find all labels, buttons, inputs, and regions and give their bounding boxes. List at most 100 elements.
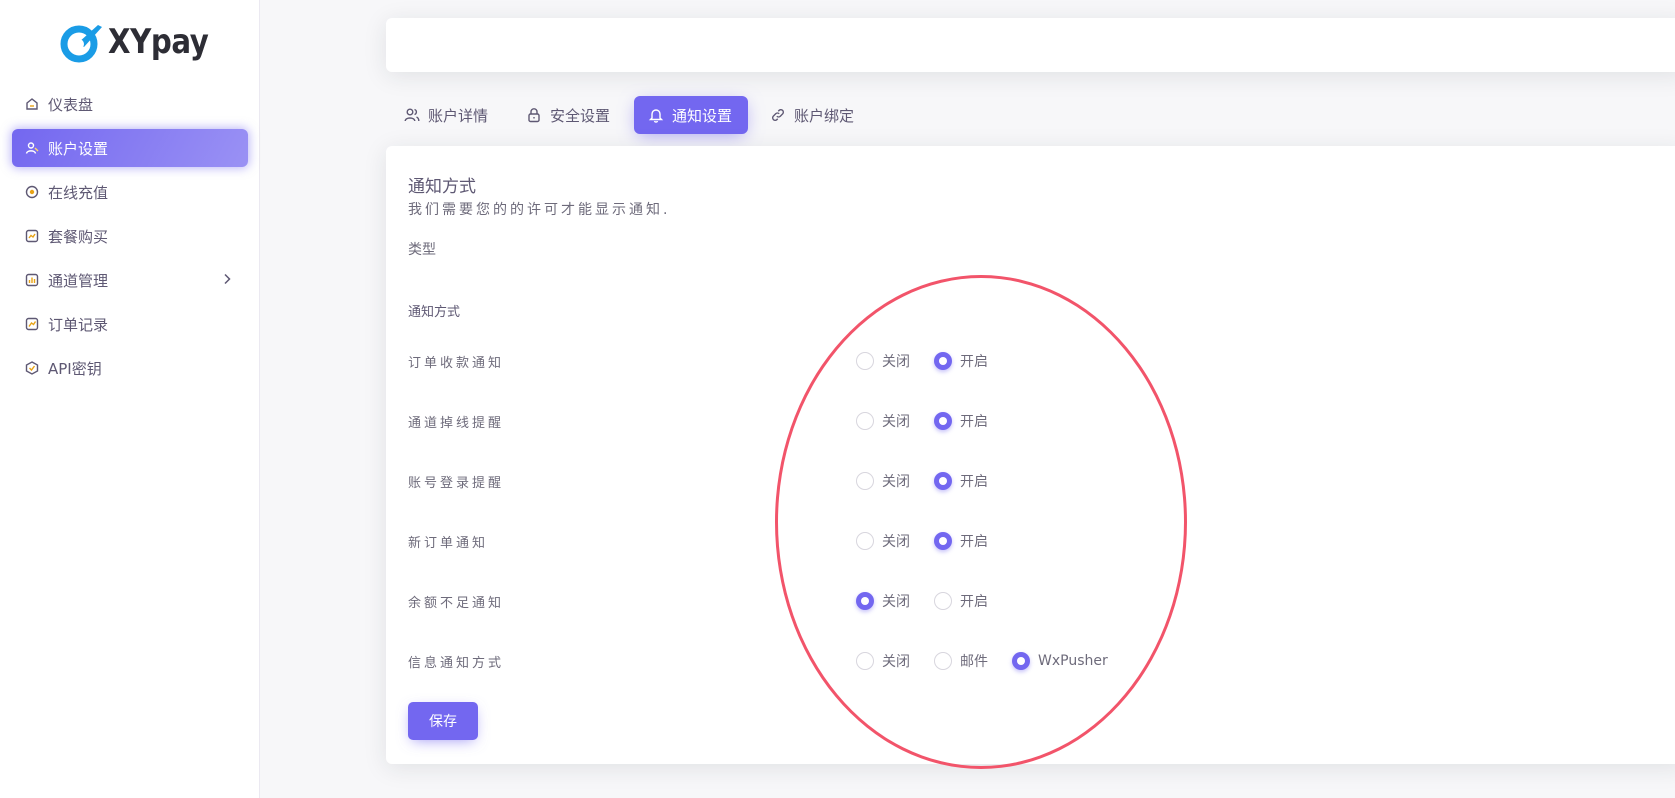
- radio-label: 关闭: [882, 474, 910, 490]
- sidebar-item-online-recharge[interactable]: 在线充值: [12, 173, 248, 211]
- bell-icon: [648, 107, 664, 123]
- trend-chart-icon: [24, 316, 40, 332]
- radio-label: 关闭: [882, 594, 910, 610]
- sidebar-item-channel-management[interactable]: 通道管理: [12, 261, 248, 299]
- tab-label: 账户绑定: [794, 106, 855, 125]
- radio-label: 邮件: [960, 654, 988, 670]
- radio-button[interactable]: [856, 412, 874, 430]
- setting-row-new-order: 新订单通知 关闭 开启: [408, 529, 1308, 553]
- setting-row-message-method: 信息通知方式 关闭 邮件 WxPusher: [408, 649, 1308, 673]
- radio-option-off[interactable]: 关闭: [856, 591, 910, 611]
- bar-chart-icon: [24, 272, 40, 288]
- radio-button[interactable]: [856, 652, 874, 670]
- sidebar-item-account-settings[interactable]: 账户设置: [12, 129, 248, 167]
- link-icon: [770, 107, 786, 123]
- radio-group: 关闭 开启: [856, 469, 1012, 493]
- setting-row-channel-offline: 通道掉线提醒 关闭 开启: [408, 409, 1308, 433]
- radio-button-selected[interactable]: [934, 352, 952, 370]
- radio-option-off[interactable]: 关闭: [856, 471, 910, 491]
- key-badge-icon: [24, 360, 40, 376]
- radio-option-off[interactable]: 关闭: [856, 651, 910, 671]
- radio-label: 关闭: [882, 354, 910, 370]
- tab-account-details[interactable]: 账户详情: [390, 96, 504, 134]
- sidebar: XYpay 仪表盘 账户设置 在线充值 套餐购买 通道管理 订单记录 API密钥: [0, 0, 260, 798]
- chevron-right-icon: [220, 272, 234, 290]
- radio-button-selected[interactable]: [856, 592, 874, 610]
- radio-label: 开启: [960, 594, 988, 610]
- radio-button[interactable]: [934, 652, 952, 670]
- radio-label: 开启: [960, 534, 988, 550]
- sidebar-item-label: 通道管理: [48, 271, 109, 290]
- radio-option-off[interactable]: 关闭: [856, 411, 910, 431]
- tab-label: 账户详情: [428, 106, 489, 125]
- sidebar-item-label: 仪表盘: [48, 95, 94, 114]
- settings-tabs: 账户详情 安全设置 通知设置 账户绑定: [390, 96, 878, 134]
- sidebar-item-package-purchase[interactable]: 套餐购买: [12, 217, 248, 255]
- radio-group: 关闭 开启: [856, 349, 1012, 373]
- setting-label: 新订单通知: [408, 536, 489, 551]
- setting-label: 账号登录提醒: [408, 476, 505, 491]
- tab-notification-settings[interactable]: 通知设置: [634, 96, 749, 134]
- radio-button-selected[interactable]: [934, 412, 952, 430]
- sidebar-item-label: 套餐购买: [48, 227, 109, 246]
- setting-row-low-balance: 余额不足通知 关闭 开启: [408, 589, 1308, 613]
- radio-option-off[interactable]: 关闭: [856, 351, 910, 371]
- tab-label: 通知设置: [672, 106, 733, 125]
- radio-option-on[interactable]: 开启: [934, 471, 988, 491]
- section-label: 通知方式: [408, 305, 461, 320]
- package-icon: [24, 228, 40, 244]
- sidebar-item-label: 账户设置: [48, 139, 109, 158]
- setting-label: 订单收款通知: [408, 356, 505, 371]
- radio-button[interactable]: [856, 532, 874, 550]
- notification-settings-card: 通知方式 我们需要您的的许可才能显示通知. 类型 通知方式 订单收款通知 关闭 …: [386, 146, 1675, 764]
- radio-option-email[interactable]: 邮件: [934, 651, 988, 671]
- setting-label: 余额不足通知: [408, 596, 505, 611]
- brand-logo[interactable]: XYpay: [58, 18, 225, 66]
- sidebar-item-dashboard[interactable]: 仪表盘: [12, 85, 248, 123]
- radio-button[interactable]: [856, 352, 874, 370]
- radio-label: 开启: [960, 474, 988, 490]
- radio-option-wxpusher[interactable]: WxPusher: [1012, 652, 1108, 670]
- sidebar-item-order-records[interactable]: 订单记录: [12, 305, 248, 343]
- radio-button-selected[interactable]: [934, 532, 952, 550]
- sidebar-item-label: API密钥: [48, 359, 102, 378]
- radio-button-selected[interactable]: [1012, 652, 1030, 670]
- radio-label: 开启: [960, 354, 988, 370]
- radio-option-on[interactable]: 开启: [934, 411, 988, 431]
- radio-group: 关闭 开启: [856, 529, 1012, 553]
- save-button[interactable]: 保存: [408, 702, 478, 740]
- radio-button[interactable]: [934, 592, 952, 610]
- tab-security-settings[interactable]: 安全设置: [512, 96, 626, 134]
- logo-icon: [60, 25, 102, 63]
- radio-group: 关闭 邮件 WxPusher: [856, 649, 1132, 673]
- card-subtitle: 我们需要您的的许可才能显示通知.: [408, 202, 671, 218]
- radio-group: 关闭 开启: [856, 409, 1012, 433]
- radio-option-on[interactable]: 开启: [934, 591, 988, 611]
- radio-option-on[interactable]: 开启: [934, 531, 988, 551]
- brand-name: XYpay: [108, 22, 209, 62]
- setting-row-order-payment: 订单收款通知 关闭 开启: [408, 349, 1308, 373]
- tab-account-binding[interactable]: 账户绑定: [756, 96, 870, 134]
- radio-label: 开启: [960, 414, 988, 430]
- sidebar-item-api-key[interactable]: API密钥: [12, 349, 248, 387]
- radio-group: 关闭 开启: [856, 589, 1012, 613]
- card-title: 通知方式: [408, 177, 476, 197]
- tab-label: 安全设置: [550, 106, 611, 125]
- radio-button[interactable]: [856, 472, 874, 490]
- setting-label: 信息通知方式: [408, 656, 505, 671]
- sidebar-item-label: 订单记录: [48, 315, 109, 334]
- home-icon: [24, 96, 40, 112]
- lock-icon: [526, 107, 542, 123]
- user-edit-icon: [24, 140, 40, 156]
- top-navbar: [386, 18, 1675, 72]
- radio-option-off[interactable]: 关闭: [856, 531, 910, 551]
- radio-option-on[interactable]: 开启: [934, 351, 988, 371]
- sidebar-item-label: 在线充值: [48, 183, 109, 202]
- type-label: 类型: [408, 242, 436, 258]
- users-icon: [404, 107, 420, 123]
- radio-label: 关闭: [882, 534, 910, 550]
- coin-icon: [24, 184, 40, 200]
- radio-button-selected[interactable]: [934, 472, 952, 490]
- radio-label: 关闭: [882, 654, 910, 670]
- radio-label: WxPusher: [1038, 653, 1108, 669]
